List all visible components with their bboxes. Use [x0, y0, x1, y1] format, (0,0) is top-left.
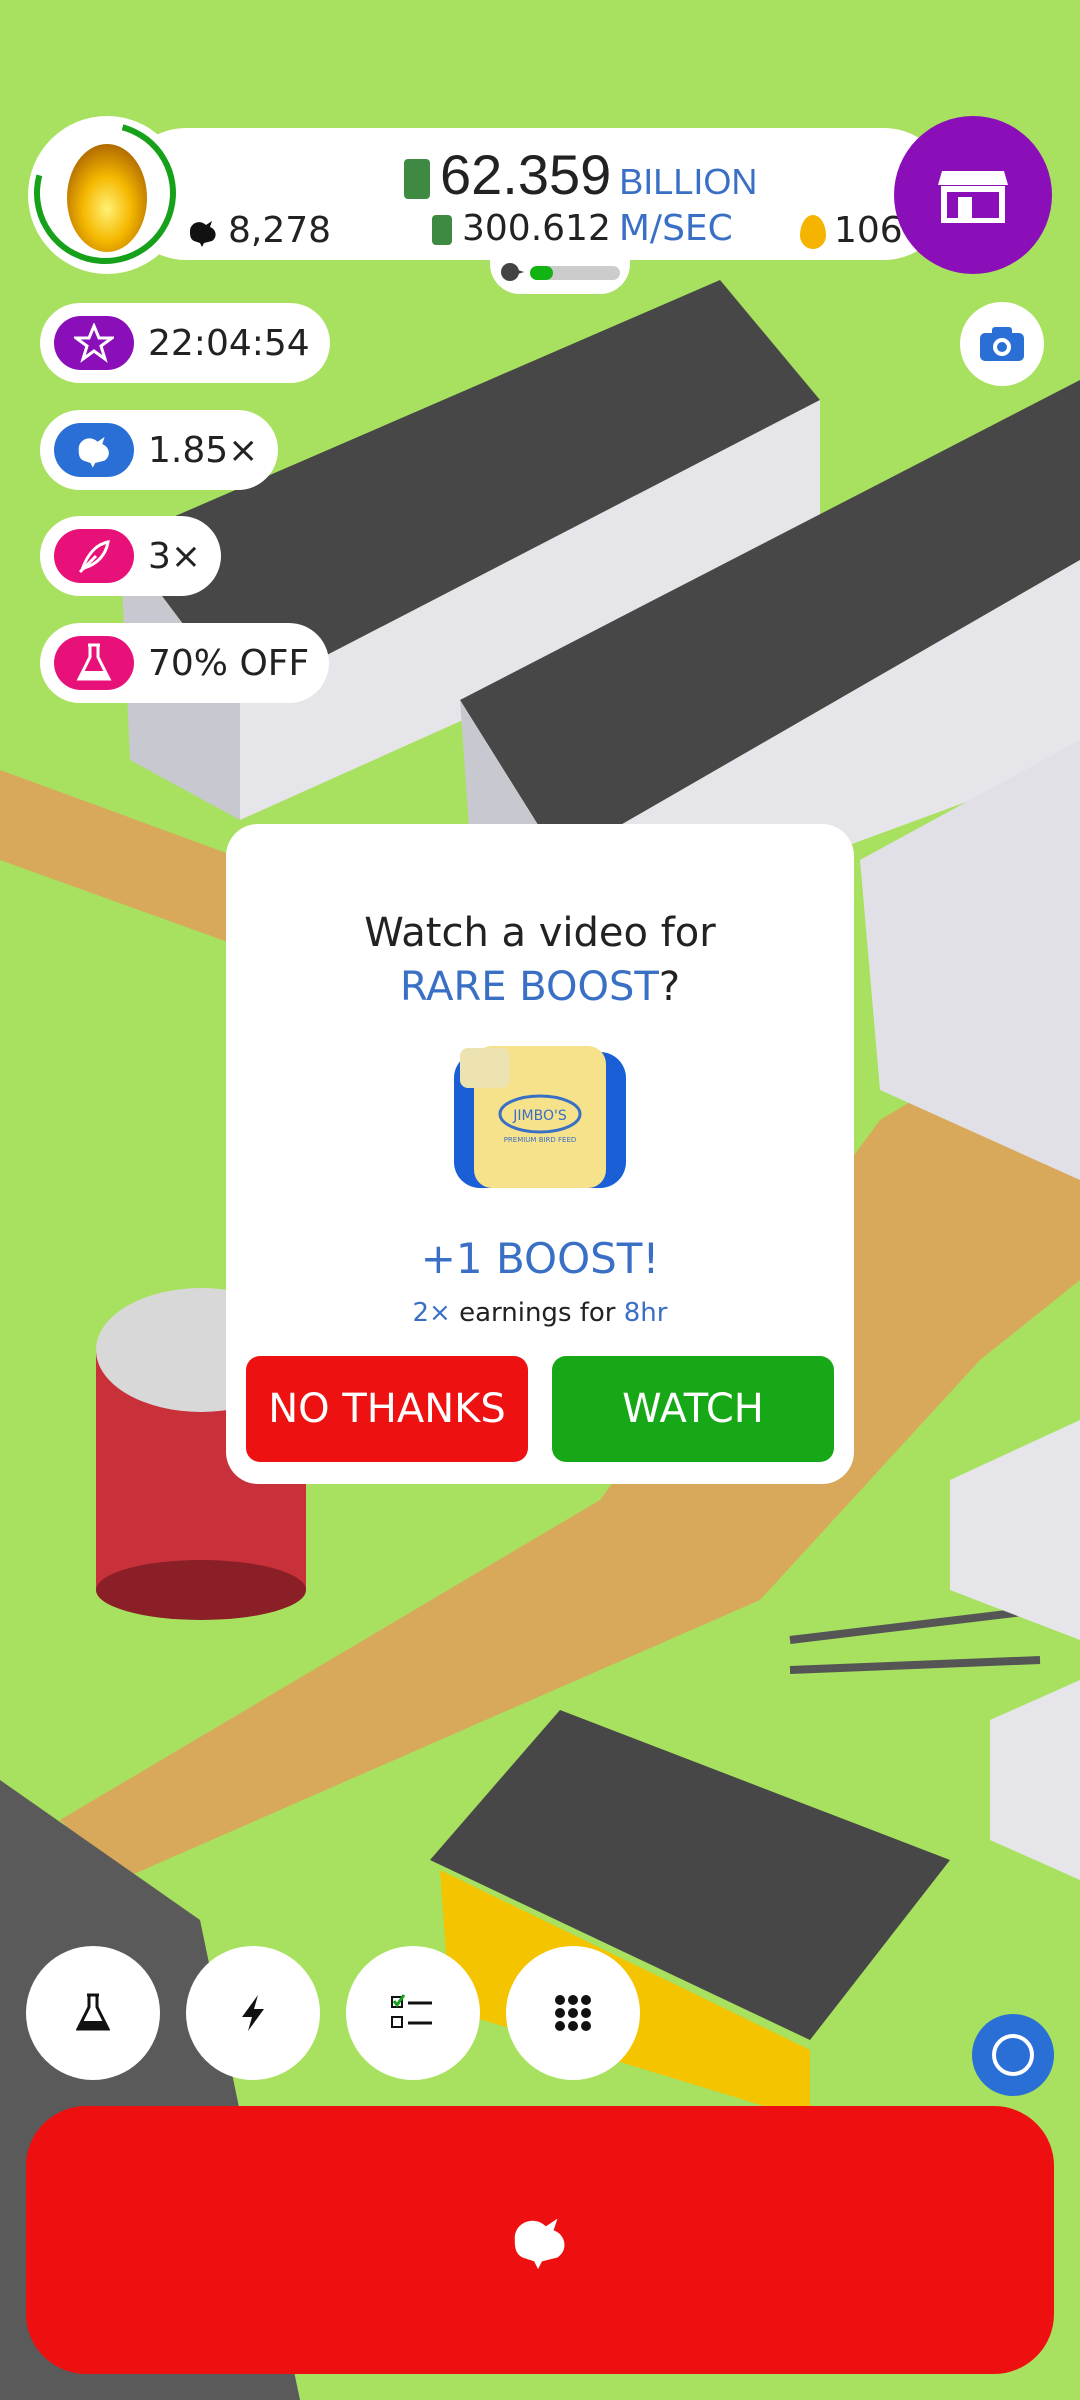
- boost-pill-timer[interactable]: 22:04:54: [40, 303, 330, 383]
- shop-icon: [938, 171, 1008, 223]
- dialog-subtitle-end: ?: [658, 964, 681, 1010]
- boost-dialog: Watch a video for RARE BOOST? JIMBO'S PR…: [226, 824, 854, 1484]
- earn-duration: 8hr: [623, 1298, 668, 1328]
- feather-icon: [54, 529, 134, 583]
- cash-icon: [404, 159, 430, 200]
- boost-pill-discount[interactable]: 70% OFF: [40, 623, 330, 703]
- grid-icon: [555, 1995, 591, 2031]
- feed-bag-caption: PREMIUM BIRD FEED: [504, 1136, 577, 1144]
- circle-icon: [992, 2034, 1034, 2076]
- chick-icon: [501, 263, 524, 281]
- chicken-icon: [190, 221, 216, 247]
- hatch-chicken-button[interactable]: [26, 2106, 1054, 2374]
- progress-track: [530, 266, 620, 280]
- golden-egg-value: 106: [834, 210, 903, 251]
- golden-egg-icon: [800, 215, 826, 249]
- feed-bag-brand: JIMBO'S: [512, 1108, 567, 1124]
- missions-button[interactable]: [346, 1946, 480, 2080]
- cash-icon: [432, 215, 452, 245]
- menu-button[interactable]: [506, 1946, 640, 2080]
- dialog-title: Watch a video for: [364, 910, 716, 956]
- camera-button[interactable]: [960, 302, 1044, 386]
- lightning-icon: [242, 1995, 264, 2031]
- dialog-subtitle-highlight: RARE BOOST: [399, 964, 659, 1010]
- rate-unit: M/SEC: [618, 208, 733, 249]
- chicken-icon: [54, 423, 134, 477]
- feed-bag-icon: JIMBO'S PREMIUM BIRD FEED: [454, 1046, 626, 1188]
- earn-mid: earnings for: [450, 1298, 624, 1328]
- boost-feather-label: 3×: [148, 535, 202, 577]
- boost-timer-label: 22:04:54: [148, 322, 310, 364]
- chicken-count-value: 8,278: [228, 210, 332, 251]
- progress-fill: [530, 266, 553, 280]
- boost-pill-chicken[interactable]: 1.85×: [40, 410, 279, 490]
- watch-button[interactable]: WATCH: [552, 1356, 834, 1462]
- golden-egg-count: 106: [800, 210, 903, 251]
- checklist-icon: [391, 1994, 432, 2028]
- no-thanks-button[interactable]: NO THANKS: [246, 1356, 528, 1462]
- money-value: 62.359: [440, 143, 612, 206]
- boost-amount: +1 BOOST!: [420, 1234, 660, 1283]
- income-rate: 300.612 M/SEC: [432, 208, 733, 249]
- earn-multiplier: 2×: [412, 1298, 451, 1328]
- boost-description: 2× earnings for 8hr: [226, 1298, 854, 1328]
- dialog-subtitle: RARE BOOST?: [226, 964, 854, 1010]
- boost-pill-feather[interactable]: 3×: [40, 516, 222, 596]
- money-unit: BILLION: [619, 161, 758, 202]
- assistant-button[interactable]: [972, 2014, 1054, 2096]
- chicken-icon: [514, 2218, 565, 2270]
- research-button[interactable]: [26, 1946, 160, 2080]
- shop-button[interactable]: [894, 116, 1052, 274]
- flask-icon: [54, 636, 134, 690]
- hatchery-progress: [490, 252, 630, 294]
- boosts-button[interactable]: [186, 1946, 320, 2080]
- boost-discount-label: 70% OFF: [148, 642, 310, 684]
- chicken-count: 8,278: [186, 210, 331, 251]
- flask-icon: [76, 1993, 110, 2031]
- boost-chicken-label: 1.85×: [148, 429, 259, 471]
- star-icon: [54, 316, 134, 370]
- camera-icon: [980, 327, 1024, 361]
- money-display: 62.359 BILLION: [404, 142, 757, 207]
- rate-value: 300.612: [462, 208, 611, 249]
